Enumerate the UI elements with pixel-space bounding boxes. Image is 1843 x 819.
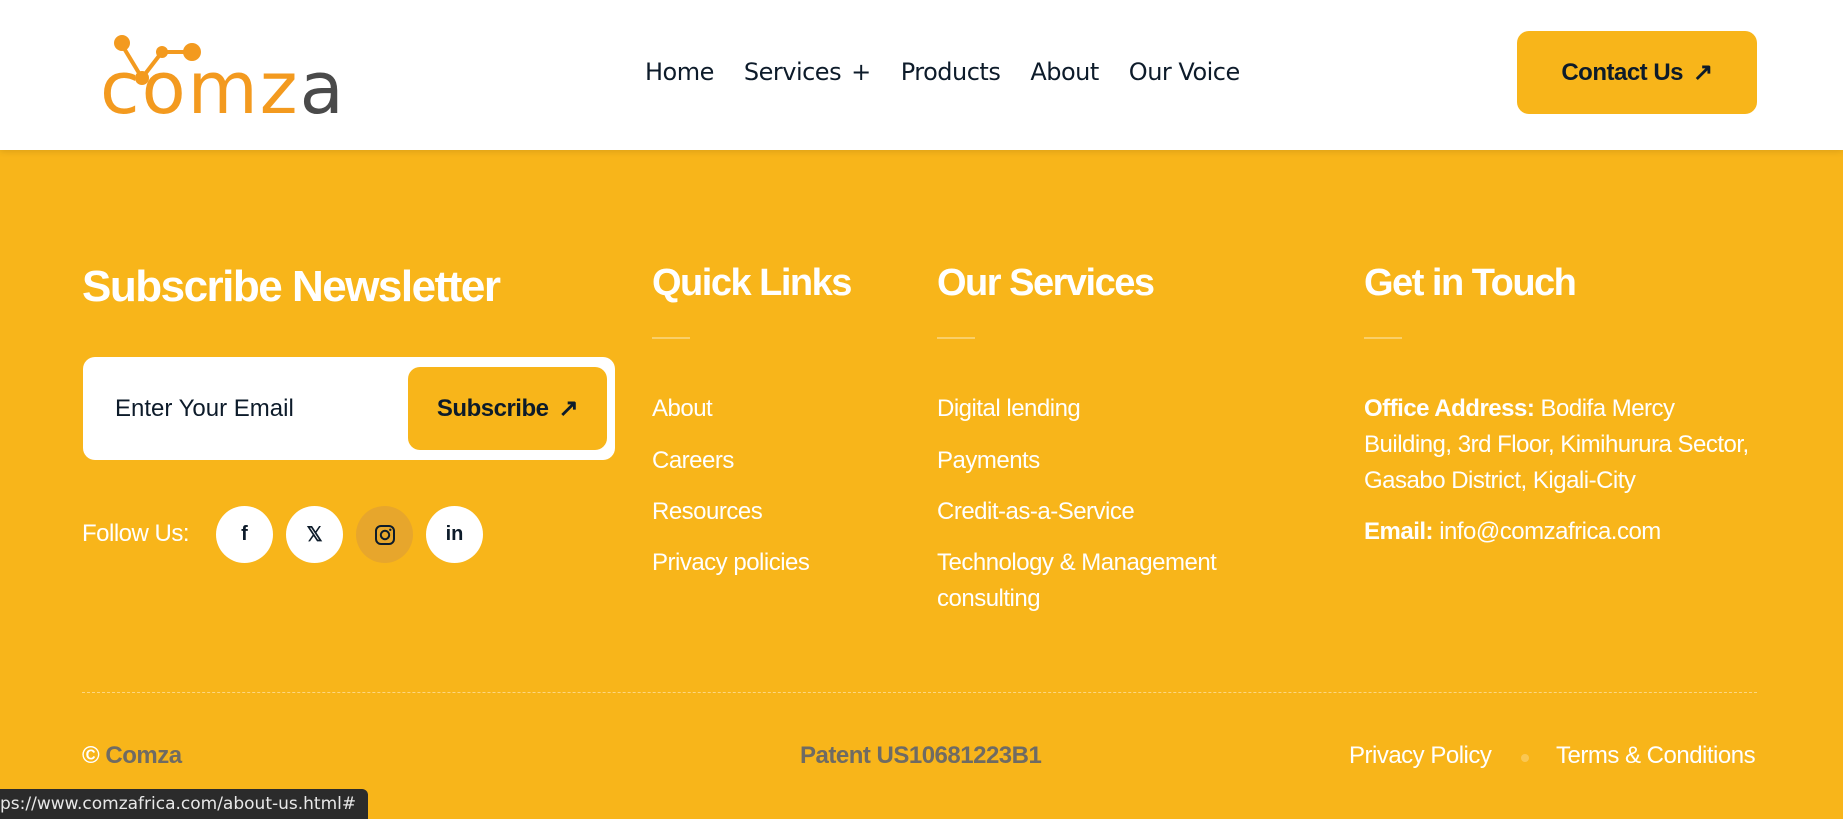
patent-text: Patent US10681223B1	[800, 742, 1042, 769]
facebook-icon: f	[241, 523, 248, 545]
copyright-symbol: ©	[82, 742, 100, 769]
quick-link-careers[interactable]: Careers	[652, 443, 734, 479]
site-header: comza Home Services + Products About Our…	[0, 0, 1843, 150]
facebook-link[interactable]: f	[216, 506, 273, 563]
email-info: Email: info@comzafrica.com	[1364, 514, 1764, 550]
quick-links-divider	[652, 337, 690, 339]
newsletter-title: Subscribe Newsletter	[82, 262, 501, 311]
nav-about[interactable]: About	[1030, 58, 1099, 86]
quick-link-about[interactable]: About	[652, 391, 713, 427]
quick-link-privacy-policies[interactable]: Privacy policies	[652, 545, 810, 581]
instagram-icon	[374, 524, 395, 545]
nav-services[interactable]: Services +	[744, 58, 871, 86]
nav-our-voice[interactable]: Our Voice	[1129, 58, 1240, 86]
x-icon: 𝕏	[306, 524, 323, 546]
services-divider	[937, 337, 975, 339]
email-value[interactable]: info@comzafrica.com	[1439, 518, 1661, 545]
x-link[interactable]: 𝕏	[286, 506, 343, 563]
email-label: Email:	[1364, 518, 1434, 545]
linkedin-icon: in	[445, 523, 464, 545]
arrow-up-right-icon: ↗	[558, 395, 579, 422]
contact-us-button[interactable]: Contact Us ↗	[1517, 31, 1757, 114]
quick-links-title: Quick Links	[652, 262, 852, 304]
service-digital-lending[interactable]: Digital lending	[937, 391, 1081, 427]
service-technology-consulting[interactable]: Technology & Management consulting	[937, 545, 1257, 617]
copyright: © Comza	[82, 742, 182, 770]
quick-link-resources[interactable]: Resources	[652, 494, 763, 530]
newsletter-form: Subscribe ↗	[83, 357, 615, 460]
comza-logo[interactable]: comza	[100, 30, 344, 128]
arrow-up-right-icon: ↗	[1693, 59, 1713, 86]
plus-icon: +	[851, 58, 871, 86]
office-address: Office Address: Bodifa Mercy Building, 3…	[1364, 391, 1764, 499]
main-nav: Home Services + Products About Our Voice	[645, 52, 1270, 92]
nav-home[interactable]: Home	[645, 58, 714, 86]
nav-products[interactable]: Products	[901, 58, 1001, 86]
follow-us-label: Follow Us:	[82, 520, 190, 547]
instagram-link[interactable]	[356, 506, 413, 563]
service-credit-as-a-service[interactable]: Credit-as-a-Service	[937, 494, 1135, 530]
browser-status-url: ps://www.comzafrica.com/about-us.html#	[0, 789, 369, 819]
logo-wordmark: comza	[100, 46, 346, 130]
footer-divider	[82, 692, 1757, 693]
privacy-policy-link[interactable]: Privacy Policy	[1349, 742, 1492, 770]
get-in-touch-title: Get in Touch	[1364, 262, 1577, 304]
terms-conditions-link[interactable]: Terms & Conditions	[1556, 742, 1756, 770]
office-address-label: Office Address:	[1364, 395, 1535, 422]
services-title: Our Services	[937, 262, 1155, 304]
linkedin-link[interactable]: in	[426, 506, 483, 563]
subscribe-button[interactable]: Subscribe ↗	[408, 367, 607, 450]
get-in-touch-divider	[1364, 337, 1402, 339]
copyright-brand-link[interactable]: Comza	[105, 742, 182, 769]
email-input[interactable]	[113, 387, 377, 431]
separator-dot	[1521, 754, 1529, 762]
service-payments[interactable]: Payments	[937, 443, 1040, 479]
